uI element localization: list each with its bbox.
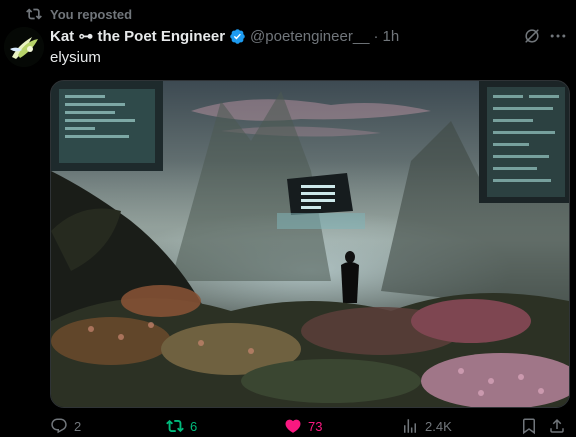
author-name[interactable]: Kat ⊶ the Poet Engineer <box>50 27 225 45</box>
reply-button[interactable]: 2 <box>50 416 81 436</box>
retweet-icon <box>166 419 184 433</box>
like-button[interactable]: 73 <box>284 416 322 436</box>
more-icon[interactable] <box>548 26 568 46</box>
reply-icon <box>51 418 67 434</box>
tweet-header: Kat ⊶ the Poet Engineer @poetengineer__ … <box>50 26 399 46</box>
views-button[interactable]: 2.4K <box>401 416 452 436</box>
share-icon <box>550 418 564 433</box>
separator-dot: · <box>373 27 379 45</box>
heart-icon <box>285 419 301 433</box>
bookmark-icon <box>523 418 535 435</box>
action-bar: 2 6 73 2.4K <box>0 416 576 436</box>
bookmark-button[interactable] <box>520 416 538 436</box>
tweet-text: elysium <box>50 49 101 66</box>
timestamp[interactable]: 1h <box>383 28 400 45</box>
views-count: 2.4K <box>425 418 452 434</box>
repost-icon <box>26 8 42 20</box>
image-artwork <box>51 81 569 407</box>
retweet-button[interactable]: 6 <box>166 416 197 436</box>
tweet-image[interactable] <box>50 80 570 408</box>
retweet-count: 6 <box>190 418 198 434</box>
grok-icon[interactable] <box>522 26 542 46</box>
verified-badge-icon <box>230 28 245 44</box>
author-handle[interactable]: @poetengineer__ <box>250 28 370 45</box>
avatar[interactable] <box>4 27 44 67</box>
like-count: 73 <box>308 418 323 434</box>
views-icon <box>404 419 416 433</box>
repost-indicator: You reposted <box>26 5 132 23</box>
reply-count: 2 <box>74 418 82 434</box>
repost-label: You reposted <box>50 6 133 22</box>
share-button[interactable] <box>548 416 566 436</box>
tweet[interactable]: You reposted Kat ⊶ the Poet Engineer @po… <box>0 0 576 437</box>
